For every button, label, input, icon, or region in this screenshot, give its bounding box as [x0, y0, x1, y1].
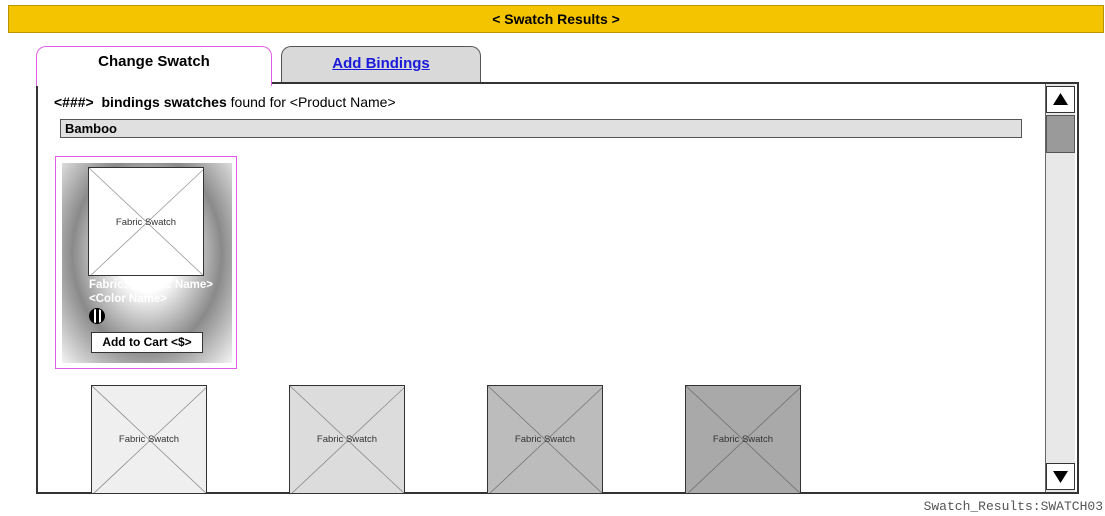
scroll-up-button[interactable]: [1046, 86, 1075, 113]
group-header-bar: Bamboo: [60, 119, 1022, 138]
swatch-tile[interactable]: Fabric Swatch: [289, 385, 405, 494]
scroll-down-button[interactable]: [1046, 463, 1075, 490]
pattern-icon[interactable]: [89, 308, 105, 324]
scrollbar-thumb[interactable]: [1046, 115, 1075, 153]
screen-id-label: Swatch_Results:SWATCH03: [923, 499, 1103, 514]
selected-swatch-card[interactable]: Fabric Swatch Fabric: <Fabric Name> <Col…: [55, 156, 237, 369]
active-tab-joint: [37, 80, 271, 84]
group-header-label: Bamboo: [65, 121, 117, 136]
add-to-cart-button[interactable]: Add to Cart <$>: [91, 332, 203, 353]
results-count: <###>: [54, 94, 94, 110]
tab-change-swatch-label: Change Swatch: [98, 53, 210, 70]
results-suffix: found for <Product Name>: [230, 94, 396, 110]
swatch-results-panel: <###> bindings swatches found for <Produ…: [36, 82, 1079, 494]
swatch-tile-label: Fabric Swatch: [712, 434, 774, 445]
results-type: bindings swatches: [101, 94, 227, 110]
tab-add-bindings-label[interactable]: Add Bindings: [282, 55, 480, 72]
color-name-text: <Color Name>: [89, 293, 167, 305]
swatch-tile-label: Fabric Swatch: [118, 434, 180, 445]
selected-swatch-image[interactable]: Fabric Swatch: [88, 167, 204, 276]
swatch-tile[interactable]: Fabric Swatch: [91, 385, 207, 494]
swatch-tile[interactable]: Fabric Swatch: [685, 385, 801, 494]
window-title: < Swatch Results >: [492, 11, 620, 27]
scroll-down-arrow-icon: [1053, 471, 1068, 483]
selected-swatch-image-label: Fabric Swatch: [115, 217, 177, 228]
swatch-tile-label: Fabric Swatch: [514, 434, 576, 445]
fabric-name-text: Fabric: <Fabric Name>: [89, 279, 213, 291]
scroll-up-arrow-icon: [1053, 93, 1068, 105]
window-title-bar: < Swatch Results >: [8, 5, 1104, 33]
results-summary: <###> bindings swatches found for <Produ…: [54, 94, 396, 110]
tab-add-bindings[interactable]: Add Bindings: [281, 46, 481, 82]
swatch-tile[interactable]: Fabric Swatch: [487, 385, 603, 494]
vertical-scrollbar[interactable]: [1045, 84, 1075, 492]
swatch-tile-label: Fabric Swatch: [316, 434, 378, 445]
